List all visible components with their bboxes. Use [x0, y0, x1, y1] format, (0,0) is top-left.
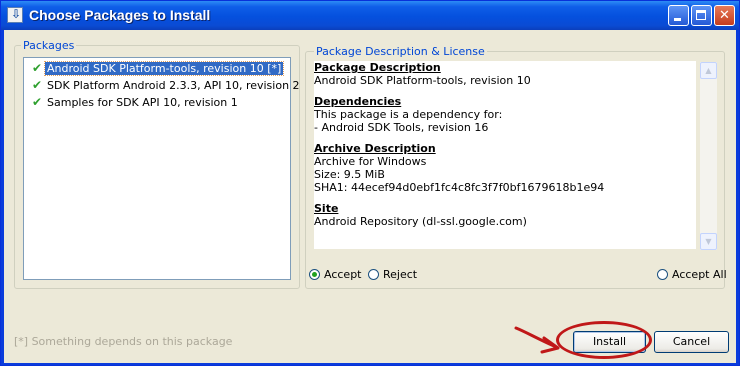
- scroll-down-icon[interactable]: ▼: [700, 233, 717, 250]
- maximize-icon: [696, 10, 706, 20]
- section-line: Size: 9.5 MiB: [314, 168, 385, 181]
- package-item-samples[interactable]: ✔ Samples for SDK API 10, revision 1: [25, 95, 289, 111]
- cancel-button[interactable]: Cancel: [654, 331, 729, 353]
- green-check-icon: ✔: [32, 78, 43, 92]
- packages-legend: Packages: [21, 39, 77, 52]
- title-bar[interactable]: ⇩ Choose Packages to Install ✕: [1, 1, 739, 30]
- package-label: Android SDK Platform-tools, revision 10 …: [43, 61, 285, 76]
- section-heading: Package Description: [314, 61, 441, 74]
- packages-list[interactable]: ✔ Android SDK Platform-tools, revision 1…: [23, 57, 300, 280]
- highlight-circle: [556, 321, 652, 359]
- section-line: Android Repository (dl-ssl.google.com): [314, 215, 527, 228]
- section-heading: Archive Description: [314, 142, 436, 155]
- close-icon: ✕: [719, 8, 730, 23]
- radio-selected-icon: [309, 269, 320, 280]
- radio-unselected-icon: [368, 269, 379, 280]
- green-check-icon: ✔: [32, 61, 43, 75]
- window-title: Choose Packages to Install: [29, 7, 211, 23]
- packages-group: Packages ✔ Android SDK Platform-tools, r…: [14, 39, 300, 289]
- minimize-button[interactable]: [668, 5, 689, 26]
- section-line: Archive for Windows: [314, 155, 427, 168]
- dialog-body: Packages ✔ Android SDK Platform-tools, r…: [4, 30, 736, 363]
- download-arrow-icon: ⇩: [7, 7, 23, 23]
- close-button[interactable]: ✕: [714, 5, 735, 26]
- accept-all-label: Accept All: [672, 268, 727, 281]
- section-line: SHA1: 44ecef94d0ebf1fc4c8fc3f7f0bf167961…: [314, 181, 605, 194]
- package-item-platform-tools[interactable]: ✔ Android SDK Platform-tools, revision 1…: [25, 61, 289, 77]
- section-line: This package is a dependency for:: [314, 108, 503, 121]
- section-line: - Android SDK Tools, revision 16: [314, 121, 489, 134]
- description-scrollbar[interactable]: ▲ ▼: [700, 62, 717, 250]
- choose-packages-dialog: ⇩ Choose Packages to Install ✕ Packages …: [0, 0, 740, 366]
- description-legend: Package Description & License: [314, 45, 487, 58]
- green-check-icon: ✔: [32, 95, 43, 109]
- package-item-sdk-platform[interactable]: ✔ SDK Platform Android 2.3.3, API 10, re…: [25, 78, 300, 94]
- radio-unselected-icon: [657, 269, 668, 280]
- minimize-icon: [674, 18, 681, 21]
- accept-label: Accept: [324, 268, 362, 281]
- package-label: SDK Platform Android 2.3.3, API 10, revi…: [47, 79, 300, 92]
- maximize-button[interactable]: [691, 5, 712, 26]
- scroll-up-icon[interactable]: ▲: [700, 62, 717, 79]
- reject-label: Reject: [383, 268, 418, 281]
- description-group: Package Description & License Package De…: [305, 45, 725, 289]
- package-label: Samples for SDK API 10, revision 1: [47, 96, 238, 109]
- section-line: Android SDK Platform-tools, revision 10: [314, 74, 531, 87]
- section-heading: Site: [314, 202, 339, 215]
- dependency-footnote: [*] Something depends on this package: [14, 335, 233, 348]
- description-text: Package Description Android SDK Platform…: [314, 61, 696, 249]
- annotation-arrow-icon: [514, 326, 560, 354]
- section-heading: Dependencies: [314, 95, 402, 108]
